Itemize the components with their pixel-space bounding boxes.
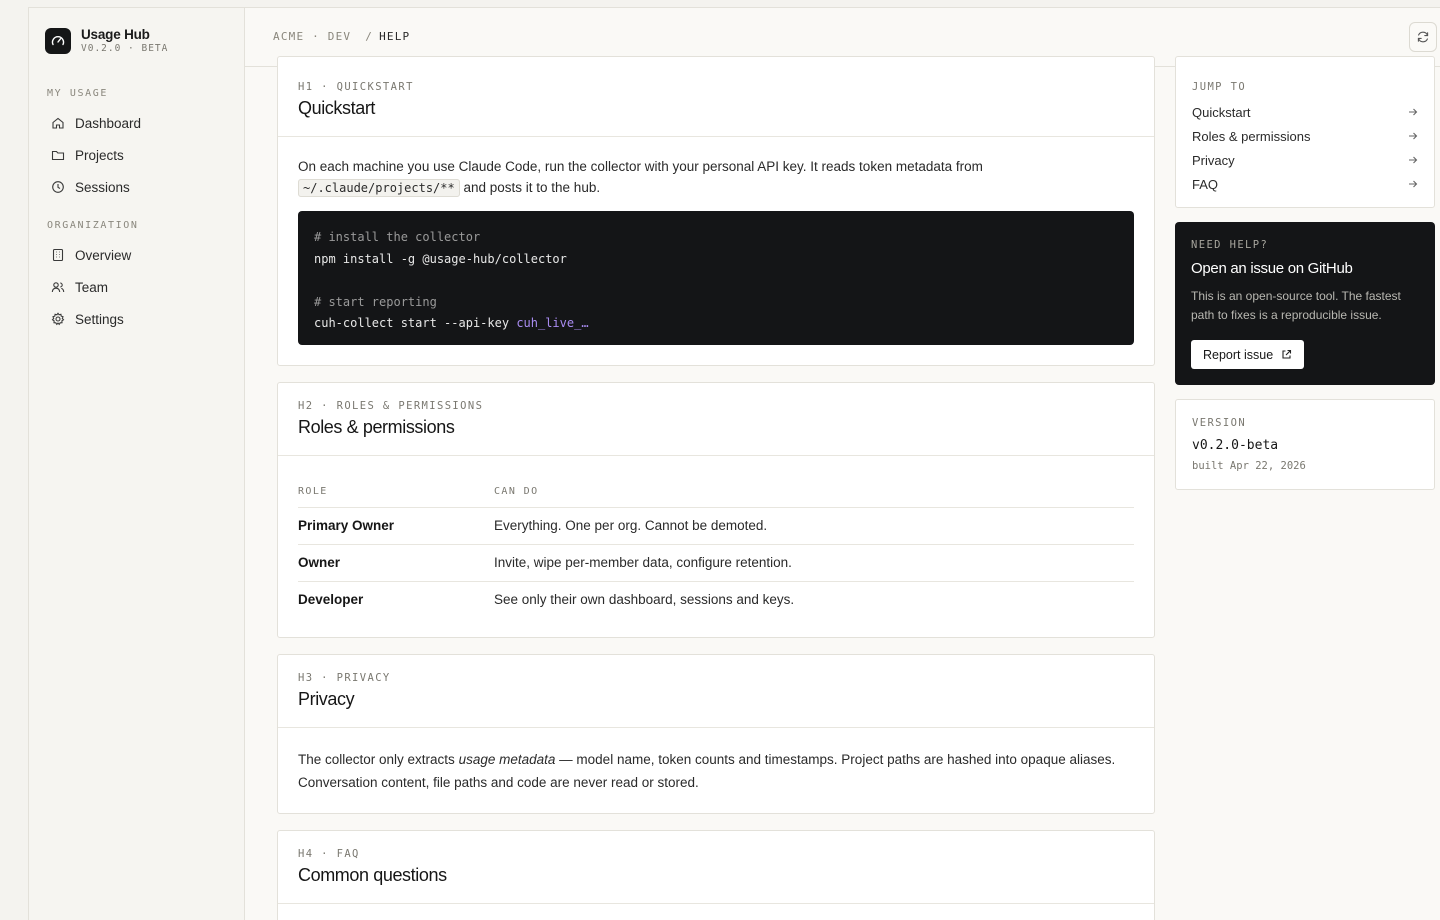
arrow-right-icon [1409, 108, 1418, 116]
faq-card: H4 · FAQ Common questions [277, 830, 1155, 920]
arrow-right-icon [1409, 132, 1418, 140]
jump-link-label: Privacy [1192, 152, 1235, 168]
external-link-icon [1282, 349, 1292, 359]
clock-icon [52, 181, 64, 193]
gauge-logo-icon [45, 28, 71, 54]
breadcrumb: ACME · DEV / HELP [273, 30, 410, 43]
sidebar-item-overview[interactable]: Overview [51, 245, 131, 265]
sidebar-item-label: Projects [75, 147, 124, 163]
quickstart-text: On each machine you use Claude Code, run… [298, 159, 983, 174]
jump-to-label: JUMP TO [1192, 81, 1247, 93]
quickstart-description: On each machine you use Claude Code, run… [298, 156, 1134, 199]
home-icon [52, 117, 64, 129]
version-label: VERSION [1192, 417, 1247, 429]
sidebar-item-label: Dashboard [75, 115, 142, 131]
help-card: NEED HELP? Open an issue on GitHub This … [1175, 222, 1435, 385]
role-permissions: Invite, wipe per-member data, configure … [494, 544, 1134, 582]
column-header-can-do: CAN DO [494, 477, 1134, 508]
nav-section-my-usage: MY USAGE [47, 88, 108, 99]
code-comment: # start reporting [314, 294, 437, 309]
building-icon [52, 248, 64, 262]
jump-to-card: JUMP TO Quickstart Roles & permissions P… [1175, 56, 1435, 208]
section-eyebrow: H4 · FAQ [298, 848, 360, 860]
version-value: v0.2.0-beta [1192, 438, 1279, 453]
users-icon [51, 282, 65, 293]
sidebar-item-label: Team [75, 279, 109, 295]
privacy-text: The collector only extracts [298, 752, 455, 767]
code-line: npm install -g @usage-hub/collector [314, 251, 567, 266]
build-date: built Apr 22, 2026 [1192, 460, 1306, 472]
gear-icon [51, 312, 65, 326]
table-row: Developer See only their own dashboard, … [298, 581, 1134, 618]
privacy-description: The collector only extracts usage metada… [298, 748, 1134, 794]
column-header-role: ROLE [298, 477, 494, 508]
section-eyebrow: H1 · QUICKSTART [298, 81, 414, 93]
jump-link-faq[interactable]: FAQ [1192, 174, 1418, 194]
section-title: Common questions [298, 865, 447, 885]
arrow-right-icon [1409, 156, 1418, 164]
role-name: Owner [298, 544, 494, 582]
roles-table: ROLE CAN DO Primary Owner Everything. On… [298, 477, 1134, 618]
jump-link-label: Quickstart [1192, 104, 1251, 120]
sidebar-item-sessions[interactable]: Sessions [51, 177, 130, 197]
code-line: cuh-collect start --api-key cuh_live_… [314, 313, 1118, 335]
sidebar-item-label: Overview [75, 247, 132, 263]
brand-name: Usage Hub [81, 27, 150, 42]
jump-link-label: FAQ [1192, 176, 1219, 192]
code-comment: # install the collector [314, 230, 481, 244]
api-key-placeholder: cuh_live_… [516, 316, 589, 330]
jump-link-label: Roles & permissions [1192, 128, 1311, 144]
folder-icon [51, 150, 65, 161]
jump-link-quickstart[interactable]: Quickstart [1192, 102, 1418, 122]
help-eyebrow: NEED HELP? [1191, 239, 1269, 251]
privacy-card: H3 · PRIVACY Privacy The collector only … [277, 654, 1155, 814]
report-issue-button[interactable]: Report issue [1191, 340, 1305, 369]
report-issue-label: Report issue [1203, 347, 1274, 362]
breadcrumb-org[interactable]: ACME · DEV [273, 30, 351, 43]
refresh-button[interactable] [1409, 22, 1437, 52]
sidebar-item-dashboard[interactable]: Dashboard [51, 113, 141, 133]
jump-link-privacy[interactable]: Privacy [1192, 150, 1418, 170]
brand-version: V0.2.0 · BETA [81, 43, 169, 54]
sidebar-item-projects[interactable]: Projects [51, 145, 124, 165]
help-text: This is an open-source tool. The fastest… [1191, 289, 1401, 322]
code-command: cuh-collect start --api-key [314, 316, 510, 330]
section-title: Privacy [298, 689, 355, 709]
sidebar-item-label: Sessions [75, 179, 130, 195]
role-name: Primary Owner [298, 507, 494, 545]
help-title: Open an issue on GitHub [1191, 260, 1353, 277]
section-eyebrow: H2 · ROLES & PERMISSIONS [298, 400, 484, 412]
version-card: VERSION v0.2.0-beta built Apr 22, 2026 [1175, 399, 1435, 490]
sidebar-item-team[interactable]: Team [51, 277, 108, 297]
nav-section-organization: ORGANIZATION [47, 220, 139, 231]
section-title: Roles & permissions [298, 417, 455, 437]
install-code-block[interactable]: # install the collector npm install -g @… [298, 211, 1134, 345]
refresh-icon [1417, 31, 1429, 43]
sidebar: Usage Hub V0.2.0 · BETA MY USAGE Dashboa… [29, 8, 245, 920]
privacy-emphasis: usage metadata [458, 752, 556, 767]
quickstart-card: H1 · QUICKSTART Quickstart On each machi… [277, 56, 1155, 366]
breadcrumb-current: HELP [379, 30, 411, 43]
brand[interactable]: Usage Hub V0.2.0 · BETA [45, 27, 168, 55]
table-row: Primary Owner Everything. One per org. C… [298, 507, 1134, 545]
sidebar-item-label: Settings [75, 311, 124, 327]
role-name: Developer [298, 592, 364, 608]
breadcrumb-separator: / [365, 30, 374, 43]
section-eyebrow: H3 · PRIVACY [298, 672, 391, 684]
sidebar-item-settings[interactable]: Settings [51, 309, 124, 329]
role-permissions: See only their own dashboard, sessions a… [494, 592, 795, 608]
quickstart-text-after: and posts it to the hub. [463, 180, 601, 195]
table-row: Owner Invite, wipe per-member data, conf… [298, 544, 1134, 582]
arrow-right-icon [1409, 180, 1418, 188]
roles-card: H2 · ROLES & PERMISSIONS Roles & permiss… [277, 382, 1155, 638]
collector-path: ~/.claude/projects/** [298, 179, 460, 197]
role-permissions: Everything. One per org. Cannot be demot… [494, 507, 1134, 545]
jump-link-roles[interactable]: Roles & permissions [1192, 126, 1418, 146]
section-title: Quickstart [298, 98, 376, 118]
